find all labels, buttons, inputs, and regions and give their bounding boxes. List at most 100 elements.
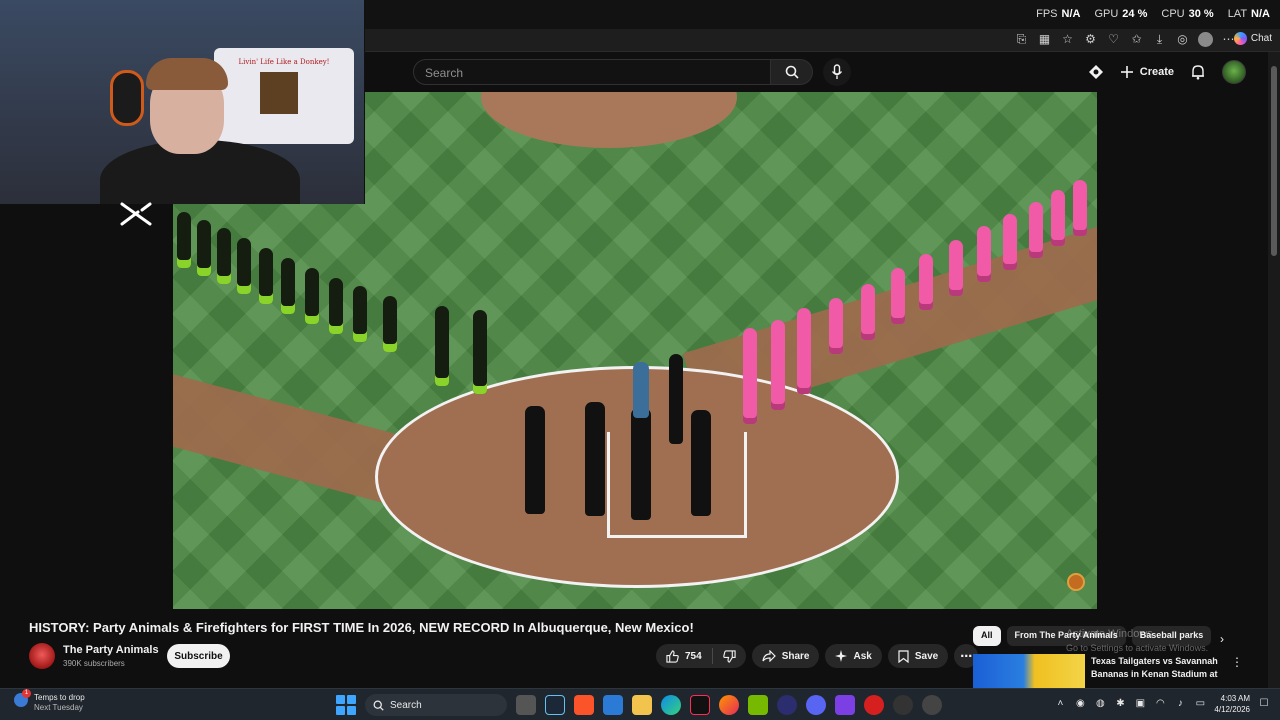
- steam-tray-icon[interactable]: ◉: [1074, 698, 1086, 710]
- microphone-icon: [831, 64, 843, 79]
- app-icon[interactable]: [777, 695, 797, 715]
- player-figure: [197, 220, 211, 276]
- tray-chevron-up-icon[interactable]: ˄: [1054, 698, 1066, 710]
- save-button[interactable]: Save: [887, 644, 949, 668]
- sparkle-icon: [835, 650, 848, 662]
- taskbar-apps: Search: [336, 694, 942, 716]
- streamer-webcam-overlay: Livin' Life Like a Donkey!: [0, 0, 365, 204]
- weather-text: Temps to drop Next Tuesday: [34, 693, 85, 713]
- chat-button[interactable]: Chat: [1233, 32, 1272, 45]
- clock-time: 4:03 AM: [1220, 694, 1250, 703]
- perf-fps-value: N/A: [1061, 8, 1081, 20]
- create-button[interactable]: Create: [1120, 65, 1174, 79]
- downloads-icon[interactable]: ⤓: [1152, 32, 1167, 47]
- perf-stats: FPS N/A GPU 24 % CPU 30 % LAT N/A: [1036, 8, 1270, 20]
- player-figure: [797, 308, 811, 394]
- webcam-streamer-hair: [146, 58, 228, 90]
- discord-icon[interactable]: [806, 695, 826, 715]
- account-avatar[interactable]: [1222, 60, 1246, 84]
- bluetooth-tray-icon[interactable]: ✱: [1114, 698, 1126, 710]
- file-explorer-icon[interactable]: [632, 695, 652, 715]
- search-input[interactable]: Search: [413, 59, 771, 85]
- like-button[interactable]: 754: [656, 644, 712, 668]
- more-horizontal-icon: ⋯: [960, 649, 973, 663]
- share-button[interactable]: Share: [751, 644, 820, 668]
- notification-center-icon[interactable]: ☐: [1258, 698, 1270, 710]
- scrollbar-thumb[interactable]: [1271, 66, 1277, 256]
- edge-browser-icon[interactable]: [661, 695, 681, 715]
- activate-windows-title: Activate Windows: [1066, 628, 1153, 640]
- windows-start-icon[interactable]: [336, 695, 356, 715]
- notepad-icon[interactable]: [603, 695, 623, 715]
- channel-name[interactable]: The Party Animals: [63, 644, 159, 656]
- taskbar-search[interactable]: Search: [365, 694, 507, 716]
- share-label: Share: [781, 650, 810, 662]
- player-figure: [891, 268, 905, 324]
- weather-subtitle: Next Tuesday: [34, 703, 83, 712]
- screen: FPS N/A GPU 24 % CPU 30 % LAT N/A ⎘ ▦ ☆ ⚙ ♡ …: [0, 0, 1280, 720]
- webcam-shirt-graphic: [260, 72, 298, 114]
- network-tray-icon[interactable]: ◍: [1094, 698, 1106, 710]
- app-icon[interactable]: [922, 695, 942, 715]
- chips-next-chevron-icon[interactable]: ›: [1220, 632, 1224, 646]
- recording-app-icon[interactable]: [864, 695, 884, 715]
- task-view-icon[interactable]: [516, 695, 536, 715]
- performance-icon[interactable]: ♡: [1106, 32, 1121, 47]
- player-figure: [829, 298, 843, 354]
- player-figure: [177, 212, 191, 268]
- favorites-icon[interactable]: ✩: [1129, 32, 1144, 47]
- tiktok-icon[interactable]: [690, 695, 710, 715]
- app-grid-icon[interactable]: [835, 695, 855, 715]
- chip-all[interactable]: All: [973, 626, 1001, 646]
- brave-browser-icon[interactable]: [574, 695, 594, 715]
- like-count: 754: [685, 650, 702, 662]
- ask-button[interactable]: Ask: [825, 644, 882, 668]
- notifications-bell-icon[interactable]: [1190, 64, 1206, 80]
- channel-avatar[interactable]: [29, 643, 55, 669]
- player-figure: [949, 240, 963, 296]
- umpire-figure: [631, 408, 651, 520]
- wifi-icon[interactable]: ◠: [1154, 698, 1166, 710]
- steam-icon[interactable]: [545, 695, 565, 715]
- copilot-icon[interactable]: ◎: [1175, 32, 1190, 47]
- clock-date: 4/12/2026: [1214, 705, 1250, 714]
- extensions-icon[interactable]: ⚙: [1083, 32, 1098, 47]
- save-label: Save: [914, 650, 939, 662]
- search-icon: [785, 65, 799, 79]
- perf-gpu: GPU 24 %: [1094, 8, 1147, 20]
- recommendation-menu-icon[interactable]: ⋮: [1231, 655, 1243, 669]
- player-figure: [861, 284, 875, 340]
- copilot-logo-icon: [1233, 32, 1247, 45]
- umpire-figure: [525, 406, 545, 514]
- player-figure: [305, 268, 319, 324]
- gpu-tray-icon[interactable]: ▣: [1134, 698, 1146, 710]
- search-button[interactable]: [771, 59, 813, 85]
- voice-search-button[interactable]: [823, 58, 851, 86]
- battery-icon[interactable]: ▭: [1194, 698, 1206, 710]
- studio-icon[interactable]: [1088, 64, 1104, 80]
- bookmark-icon: [898, 649, 909, 663]
- volume-icon[interactable]: ♪: [1174, 698, 1186, 710]
- stream-logo-icon: [120, 202, 152, 226]
- thumbs-up-icon: [666, 649, 679, 663]
- dislike-button[interactable]: [713, 644, 746, 668]
- obs-icon[interactable]: [893, 695, 913, 715]
- profile-avatar[interactable]: [1198, 32, 1213, 47]
- taskbar-clock[interactable]: 4:03 AM 4/12/2026: [1214, 693, 1250, 715]
- page-scrollbar[interactable]: [1268, 52, 1280, 688]
- firefox-icon[interactable]: [719, 695, 739, 715]
- player-figure: [1051, 190, 1065, 246]
- perf-lat-value: N/A: [1251, 8, 1270, 20]
- perf-cpu-key: CPU: [1161, 8, 1185, 20]
- recommendation-thumbnail[interactable]: [973, 654, 1085, 688]
- anthem-singer-figure: [669, 354, 683, 444]
- player-figure: [1029, 202, 1043, 258]
- favorite-star-icon[interactable]: ☆: [1060, 32, 1075, 47]
- nvidia-icon[interactable]: [748, 695, 768, 715]
- subscriber-count: 390K subscribers: [63, 659, 125, 668]
- taskbar-search-label: Search: [390, 699, 422, 711]
- app-available-icon[interactable]: ▦: [1037, 32, 1052, 47]
- weather-widget[interactable]: 1 Temps to drop Next Tuesday: [14, 689, 85, 713]
- translate-icon[interactable]: ⎘: [1014, 32, 1029, 47]
- subscribe-button[interactable]: Subscribe: [167, 644, 230, 668]
